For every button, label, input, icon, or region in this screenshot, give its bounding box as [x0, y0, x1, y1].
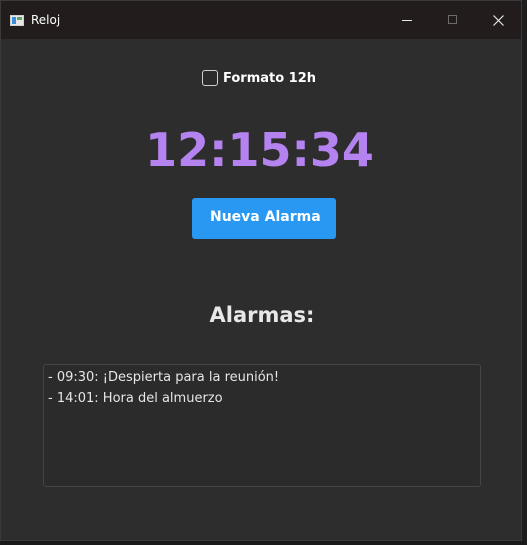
new-alarm-button[interactable]: Nueva Alarma: [192, 198, 336, 239]
desktop-background: [522, 0, 527, 545]
list-item[interactable]: - 14:01: Hora del almuerzo: [48, 391, 223, 406]
clock-display: 12:15:34: [145, 123, 374, 177]
clock-window: Reloj Formato 12h 12:15:34 Nueva Alarma …: [0, 0, 522, 541]
desktop-background-bottom: [0, 541, 527, 545]
window-title: Reloj: [31, 13, 61, 27]
list-item[interactable]: - 09:30: ¡Despierta para la reunión!: [48, 370, 279, 385]
maximize-icon: [448, 15, 457, 24]
title-bar[interactable]: Reloj: [1, 1, 521, 39]
close-icon: [493, 15, 504, 26]
format-12h-checkbox[interactable]: [202, 70, 218, 86]
close-button[interactable]: [476, 1, 521, 39]
minimize-icon: [402, 20, 412, 21]
minimize-button[interactable]: [384, 1, 430, 39]
format-12h-label: Formato 12h: [223, 71, 317, 86]
clock-content: Formato 12h 12:15:34 Nueva Alarma Alarma…: [1, 39, 521, 540]
maximize-button[interactable]: [430, 1, 476, 39]
alarm-list[interactable]: - 09:30: ¡Despierta para la reunión! - 1…: [43, 364, 481, 487]
window-app-icon: [10, 15, 24, 26]
alarms-heading: Alarmas:: [209, 303, 315, 327]
